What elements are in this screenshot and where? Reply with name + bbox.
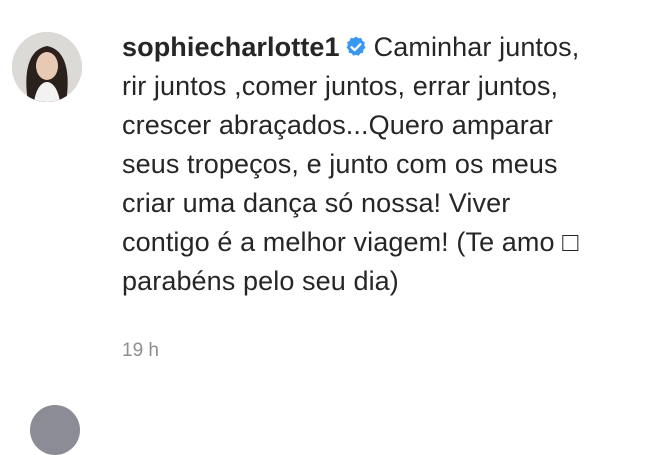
comment-item: sophiecharlotte1 Caminhar juntos, rir jun…	[0, 0, 662, 390]
profile-photo	[12, 32, 82, 102]
username-link[interactable]: sophiecharlotte1	[122, 32, 340, 62]
comment-body: sophiecharlotte1 Caminhar juntos, rir jun…	[122, 28, 642, 301]
avatar[interactable]	[12, 32, 82, 102]
verified-badge-icon	[344, 31, 368, 56]
next-comment-avatar[interactable]	[30, 405, 80, 455]
comment-timestamp: 19 h	[122, 340, 159, 361]
comment-text: Caminhar juntos, rir juntos ,comer junto…	[122, 32, 580, 296]
